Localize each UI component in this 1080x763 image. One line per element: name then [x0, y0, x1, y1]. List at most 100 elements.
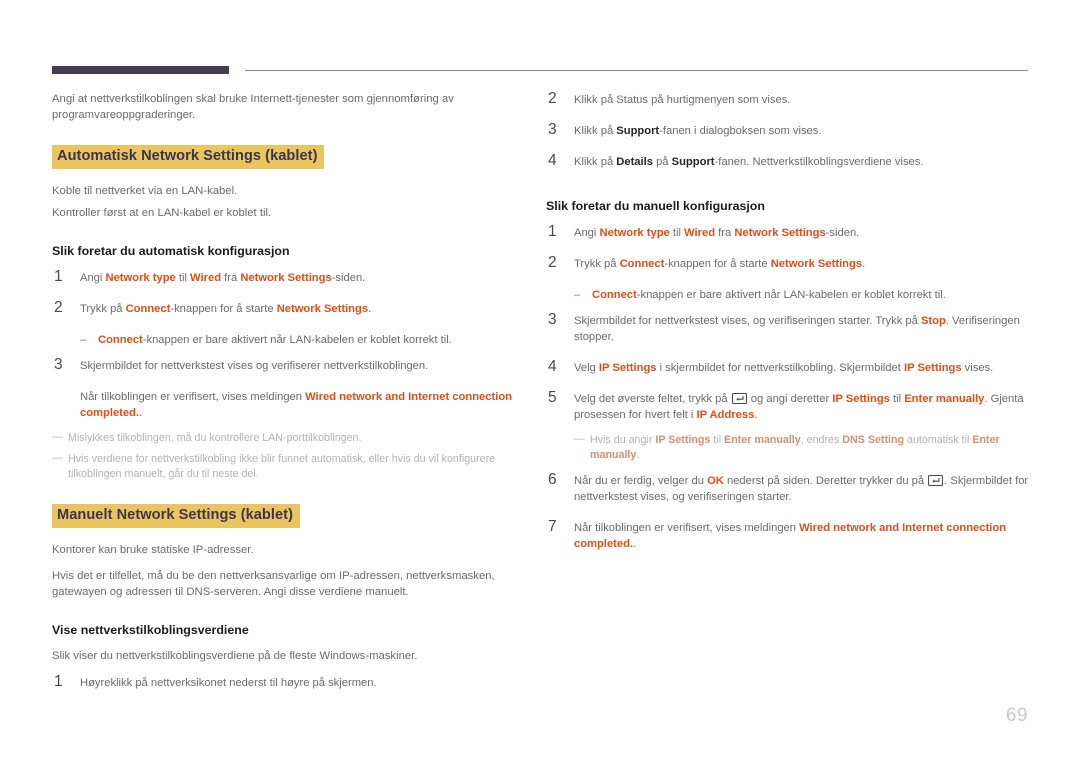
step-emphasis: IP Settings — [903, 362, 962, 374]
step-number: 4 — [548, 152, 557, 169]
step-text-part: . — [862, 258, 866, 270]
note-dash-icon: ― — [574, 433, 585, 445]
note-text: Mislykkes tilkoblingen, må du kontroller… — [68, 432, 362, 445]
step-emphasis: Network Settings — [734, 227, 826, 239]
step-number: 2 — [54, 299, 63, 317]
note-text: Hvis verdiene for nettverkstilkobling ik… — [68, 453, 496, 481]
section-heading-automatic: Automatisk Network Settings (kablet) — [52, 145, 325, 170]
step-text-part: Skjermbildet for nettverkstest vises og … — [80, 360, 429, 373]
step-text-part: -fanen i dialogboksen som vises. — [659, 125, 822, 137]
step-text-part: -siden. — [825, 227, 860, 239]
page-header-rule — [52, 66, 1028, 74]
note-emphasis: IP Settings — [655, 434, 711, 446]
step-item: 4 Velg IP Settings i skjermbildet for ne… — [546, 358, 1032, 376]
dash-bullet-icon: – — [574, 289, 581, 301]
step-text-part: -knappen for å starte — [170, 303, 277, 316]
step-item: 6 Når du er ferdig, velger du OK nederst… — [546, 471, 1032, 505]
step-sub-bullet: – Connect-knappen er bare aktivert når L… — [546, 287, 1032, 303]
step-emphasis: IP Settings — [832, 393, 890, 405]
right-column: 2 Klikk på Status på hurtigmenyen som vi… — [546, 90, 1032, 552]
step-item: 3 Skjermbildet for nettverkstest vises o… — [52, 356, 538, 374]
step-number: 5 — [548, 389, 557, 406]
step-number: 2 — [548, 90, 557, 107]
auto-line-2: Kontroller først at en LAN-kabel er kobl… — [52, 206, 272, 219]
note-text: , endres — [800, 434, 843, 446]
manual-line-1: Kontorer kan bruke statiske IP-adresser. — [52, 544, 254, 557]
step-number: 1 — [54, 672, 63, 690]
step-text-part: Høyreklikk på nettverksikonet nederst ti… — [80, 676, 377, 689]
step-text-part: Klikk på — [574, 125, 617, 137]
step-text-part: Når tilkoblingen er verifisert, vises me… — [80, 391, 306, 404]
step-item: 2 Trykk på Connect-knappen for å starte … — [52, 299, 538, 317]
step-text-part: nederst på siden. Deretter trykker du på — [723, 475, 928, 487]
step-item: 2 Trykk på Connect-knappen for å starte … — [546, 254, 1032, 272]
step-emphasis: Wired — [684, 227, 716, 239]
step-sub-bullet: – Connect-knappen er bare aktivert når L… — [52, 332, 538, 348]
step-emphasis: Network Settings — [770, 258, 863, 270]
enter-key-icon — [928, 474, 944, 487]
step-text-part: Velg det øverste feltet, trykk på — [574, 393, 731, 405]
step-emphasis: Support — [616, 125, 660, 137]
step-text-part: . — [754, 409, 758, 421]
step-item: 1 Angi Network type til Wired fra Networ… — [546, 223, 1032, 241]
note-dash-icon: ― — [52, 431, 63, 444]
section-heading-automatic-wrap: Automatisk Network Settings (kablet) — [52, 145, 538, 170]
note-dash-icon: ― — [52, 452, 63, 465]
step-emphasis: Network type — [105, 272, 176, 285]
intro-paragraph: Angi at nettverkstilkoblingen skal bruke… — [52, 93, 454, 121]
step-emphasis: OK — [707, 475, 724, 487]
note-line: ― Hvis du angir IP Settings til Enter ma… — [574, 433, 1032, 463]
step-number: 2 — [548, 254, 557, 271]
step-text-part: Når tilkoblingen er verifisert, vises me… — [574, 522, 800, 534]
auto-line-1: Koble til nettverket via en LAN-kabel. — [52, 185, 238, 198]
step-text-part: og angi deretter — [747, 393, 833, 405]
step-emphasis: Details — [616, 156, 653, 168]
subheading-automatic-config: Slik foretar du automatisk konfigurasjon — [52, 244, 290, 259]
step-item: 7 Når tilkoblingen er verifisert, vises … — [546, 518, 1032, 552]
step-text-part: . — [633, 538, 637, 550]
subheading-manual-config: Slik foretar du manuell konfigurasjon — [546, 199, 765, 213]
enter-key-icon — [731, 392, 747, 405]
step-number: 1 — [54, 268, 63, 286]
step-item: 1 Angi Network type til Wired fra Networ… — [52, 268, 538, 286]
step-continuation: Når tilkoblingen er verifisert, vises me… — [52, 389, 538, 421]
sub-bullet-emphasis: Connect — [592, 289, 637, 301]
step-item: 4 Klikk på Details på Support-fanen. Net… — [546, 152, 1032, 170]
step-text-part: Klikk på Status på hurtigmenyen som vise… — [574, 94, 791, 106]
step-text-part: -fanen. Nettverkstilkoblingsverdiene vis… — [714, 156, 924, 168]
step-item: 5 Velg det øverste feltet, trykk på og a… — [546, 389, 1032, 423]
step-text-part: Skjermbildet for nettverkstest vises, og… — [574, 315, 921, 327]
dash-bullet-icon: – — [80, 334, 87, 347]
note-line: ― Hvis verdiene for nettverkstilkobling … — [52, 452, 538, 482]
header-accent-bar — [52, 66, 229, 74]
page-number: 69 — [1005, 705, 1028, 726]
step-text-part: til — [889, 393, 905, 405]
section-heading-manual-wrap: Manuelt Network Settings (kablet) — [52, 504, 538, 529]
step-text-part: til — [669, 227, 685, 239]
subheading-view-values: Vise nettverkstilkoblingsverdiene — [52, 623, 249, 638]
step-text-part: Velg — [574, 362, 599, 374]
sub-bullet-emphasis: Connect — [98, 334, 143, 347]
step-text-part: til — [175, 272, 191, 285]
step-text-part: på — [652, 156, 672, 168]
step-text-part: Trykk på — [80, 303, 126, 316]
step-text-part: -knappen for å starte — [664, 258, 771, 270]
step-number: 4 — [548, 358, 557, 375]
step-emphasis: Network type — [599, 227, 670, 239]
left-column: Angi at nettverkstilkoblingen skal bruke… — [52, 92, 538, 691]
step-text-part: -siden. — [331, 272, 366, 285]
step-item: 3 Klikk på Support-fanen i dialogboksen … — [546, 121, 1032, 139]
step-emphasis: Enter manually — [904, 393, 985, 405]
step-item: 1 Høyreklikk på nettverksikonet nederst … — [52, 672, 538, 691]
step-number: 6 — [548, 471, 557, 488]
note-text: til — [710, 434, 725, 446]
step-text-part: vises. — [961, 362, 994, 374]
header-divider-line — [245, 70, 1028, 71]
step-emphasis: Connect — [125, 303, 171, 316]
sub-bullet-text: -knappen er bare aktivert når LAN-kabele… — [636, 289, 946, 301]
step-emphasis: Support — [671, 156, 715, 168]
manual-line-2: Hvis det er tilfellet, må du be den nett… — [52, 569, 495, 598]
note-text: Hvis du angir — [590, 434, 656, 446]
step-number: 1 — [548, 223, 557, 240]
step-emphasis: Network Settings — [240, 272, 332, 285]
